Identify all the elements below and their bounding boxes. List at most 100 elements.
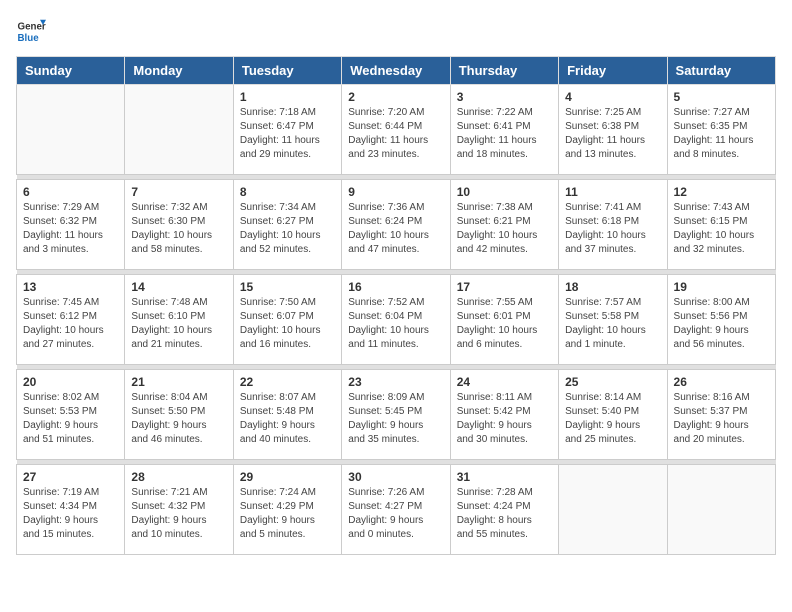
calendar-cell: 21 Sunrise: 8:04 AM Sunset: 5:50 PM Dayli… (125, 370, 233, 460)
cell-details: Sunrise: 8:09 AM Sunset: 5:45 PM Dayligh… (348, 391, 443, 447)
calendar-cell (667, 465, 775, 555)
calendar-cell: 26Sunrise: 8:16 AM Sunset: 5:37 PM Dayli… (667, 370, 775, 460)
calendar-cell: 18 Sunrise: 7:57 AM Sunset: 5:58 PM Dayli… (559, 275, 667, 365)
cell-details: Sunrise: 7:45 AM Sunset: 6:12 PM Dayligh… (23, 296, 118, 352)
cell-details: Sunrise: 8:14 AM Sunset: 5:40 PM Dayligh… (565, 391, 660, 447)
cell-details: Sunrise: 7:34 AM Sunset: 6:27 PM Dayligh… (240, 201, 335, 257)
day-number: 17 (457, 280, 552, 294)
day-number: 6 (23, 185, 118, 199)
calendar-cell: 12Sunrise: 7:43 AM Sunset: 6:15 PM Dayli… (667, 180, 775, 270)
cell-details: Sunrise: 7:38 AM Sunset: 6:21 PM Dayligh… (457, 201, 552, 257)
cell-details: Sunrise: 7:55 AM Sunset: 6:01 PM Dayligh… (457, 296, 552, 352)
day-number: 29 (240, 470, 335, 484)
svg-text:General: General (18, 22, 47, 33)
calendar-cell (559, 465, 667, 555)
calendar-cell: 10 Sunrise: 7:38 AM Sunset: 6:21 PM Dayli… (450, 180, 558, 270)
cell-details: Sunrise: 8:00 AM Sunset: 5:56 PM Dayligh… (674, 296, 769, 352)
cell-details: Sunrise: 7:28 AM Sunset: 4:24 PM Dayligh… (457, 486, 552, 542)
logo-icon: General Blue (16, 16, 46, 46)
day-header-tuesday: Tuesday (233, 57, 341, 85)
calendar-week-row: 6 Sunrise: 7:29 AM Sunset: 6:32 PM Daylig… (17, 180, 776, 270)
day-number: 1 (240, 90, 335, 104)
day-number: 11 (565, 185, 660, 199)
calendar-cell: 28 Sunrise: 7:21 AM Sunset: 4:32 PM Dayli… (125, 465, 233, 555)
day-number: 10 (457, 185, 552, 199)
calendar-cell: 13 Sunrise: 7:45 AM Sunset: 6:12 PM Dayli… (17, 275, 125, 365)
cell-details: Sunrise: 8:02 AM Sunset: 5:53 PM Dayligh… (23, 391, 118, 447)
calendar-cell: 19 Sunrise: 8:00 AM Sunset: 5:56 PM Dayli… (667, 275, 775, 365)
cell-details: Sunrise: 7:48 AM Sunset: 6:10 PM Dayligh… (131, 296, 226, 352)
cell-details: Sunrise: 8:07 AM Sunset: 5:48 PM Dayligh… (240, 391, 335, 447)
logo: General Blue (16, 16, 46, 46)
day-number: 4 (565, 90, 660, 104)
calendar-cell: 17 Sunrise: 7:55 AM Sunset: 6:01 PM Dayli… (450, 275, 558, 365)
day-number: 21 (131, 375, 226, 389)
calendar-week-row: 13 Sunrise: 7:45 AM Sunset: 6:12 PM Dayli… (17, 275, 776, 365)
calendar-table: SundayMondayTuesdayWednesdayThursdayFrid… (16, 56, 776, 555)
cell-details: Sunrise: 7:29 AM Sunset: 6:32 PM Dayligh… (23, 201, 118, 257)
calendar-cell: 6 Sunrise: 7:29 AM Sunset: 6:32 PM Daylig… (17, 180, 125, 270)
calendar-cell: 31 Sunrise: 7:28 AM Sunset: 4:24 PM Dayli… (450, 465, 558, 555)
cell-details: Sunrise: 8:04 AM Sunset: 5:50 PM Dayligh… (131, 391, 226, 447)
cell-details: Sunrise: 7:20 AM Sunset: 6:44 PM Dayligh… (348, 106, 443, 162)
cell-details: Sunrise: 7:36 AM Sunset: 6:24 PM Dayligh… (348, 201, 443, 257)
calendar-header-row: SundayMondayTuesdayWednesdayThursdayFrid… (17, 57, 776, 85)
day-number: 20 (23, 375, 118, 389)
day-number: 31 (457, 470, 552, 484)
calendar-week-row: 27 Sunrise: 7:19 AM Sunset: 4:34 PM Dayli… (17, 465, 776, 555)
calendar-cell: 30Sunrise: 7:26 AM Sunset: 4:27 PM Dayli… (342, 465, 450, 555)
day-number: 9 (348, 185, 443, 199)
day-number: 27 (23, 470, 118, 484)
day-number: 28 (131, 470, 226, 484)
calendar-cell: 4 Sunrise: 7:25 AM Sunset: 6:38 PM Daylig… (559, 85, 667, 175)
calendar-cell: 22Sunrise: 8:07 AM Sunset: 5:48 PM Dayli… (233, 370, 341, 460)
cell-details: Sunrise: 7:21 AM Sunset: 4:32 PM Dayligh… (131, 486, 226, 542)
cell-details: Sunrise: 7:24 AM Sunset: 4:29 PM Dayligh… (240, 486, 335, 542)
day-number: 12 (674, 185, 769, 199)
cell-details: Sunrise: 7:18 AM Sunset: 6:47 PM Dayligh… (240, 106, 335, 162)
calendar-cell: 9 Sunrise: 7:36 AM Sunset: 6:24 PM Daylig… (342, 180, 450, 270)
svg-text:Blue: Blue (18, 33, 40, 44)
day-number: 23 (348, 375, 443, 389)
calendar-cell: 2 Sunrise: 7:20 AM Sunset: 6:44 PM Daylig… (342, 85, 450, 175)
day-number: 15 (240, 280, 335, 294)
cell-details: Sunrise: 7:22 AM Sunset: 6:41 PM Dayligh… (457, 106, 552, 162)
calendar-week-row: 20 Sunrise: 8:02 AM Sunset: 5:53 PM Dayli… (17, 370, 776, 460)
cell-details: Sunrise: 7:25 AM Sunset: 6:38 PM Dayligh… (565, 106, 660, 162)
calendar-body: 1 Sunrise: 7:18 AM Sunset: 6:47 PM Daylig… (17, 85, 776, 555)
day-number: 13 (23, 280, 118, 294)
day-header-monday: Monday (125, 57, 233, 85)
day-number: 8 (240, 185, 335, 199)
cell-details: Sunrise: 7:50 AM Sunset: 6:07 PM Dayligh… (240, 296, 335, 352)
calendar-week-row: 1 Sunrise: 7:18 AM Sunset: 6:47 PM Daylig… (17, 85, 776, 175)
page-header: General Blue (16, 16, 776, 46)
calendar-cell: 16Sunrise: 7:52 AM Sunset: 6:04 PM Dayli… (342, 275, 450, 365)
cell-details: Sunrise: 8:11 AM Sunset: 5:42 PM Dayligh… (457, 391, 552, 447)
day-number: 18 (565, 280, 660, 294)
day-number: 7 (131, 185, 226, 199)
calendar-cell: 11Sunrise: 7:41 AM Sunset: 6:18 PM Dayli… (559, 180, 667, 270)
day-number: 14 (131, 280, 226, 294)
day-header-sunday: Sunday (17, 57, 125, 85)
calendar-cell: 15 Sunrise: 7:50 AM Sunset: 6:07 PM Dayli… (233, 275, 341, 365)
calendar-cell: 1 Sunrise: 7:18 AM Sunset: 6:47 PM Daylig… (233, 85, 341, 175)
calendar-cell (17, 85, 125, 175)
day-number: 2 (348, 90, 443, 104)
cell-details: Sunrise: 7:19 AM Sunset: 4:34 PM Dayligh… (23, 486, 118, 542)
day-number: 30 (348, 470, 443, 484)
calendar-cell: 27 Sunrise: 7:19 AM Sunset: 4:34 PM Dayli… (17, 465, 125, 555)
calendar-cell: 24Sunrise: 8:11 AM Sunset: 5:42 PM Dayli… (450, 370, 558, 460)
day-number: 3 (457, 90, 552, 104)
calendar-cell: 5Sunrise: 7:27 AM Sunset: 6:35 PM Daylig… (667, 85, 775, 175)
cell-details: Sunrise: 8:16 AM Sunset: 5:37 PM Dayligh… (674, 391, 769, 447)
calendar-cell: 8 Sunrise: 7:34 AM Sunset: 6:27 PM Daylig… (233, 180, 341, 270)
day-header-friday: Friday (559, 57, 667, 85)
day-number: 16 (348, 280, 443, 294)
cell-details: Sunrise: 7:57 AM Sunset: 5:58 PM Dayligh… (565, 296, 660, 352)
day-header-saturday: Saturday (667, 57, 775, 85)
cell-details: Sunrise: 7:32 AM Sunset: 6:30 PM Dayligh… (131, 201, 226, 257)
calendar-cell: 23 Sunrise: 8:09 AM Sunset: 5:45 PM Dayli… (342, 370, 450, 460)
calendar-cell: 29 Sunrise: 7:24 AM Sunset: 4:29 PM Dayli… (233, 465, 341, 555)
day-number: 19 (674, 280, 769, 294)
calendar-cell: 3 Sunrise: 7:22 AM Sunset: 6:41 PM Daylig… (450, 85, 558, 175)
